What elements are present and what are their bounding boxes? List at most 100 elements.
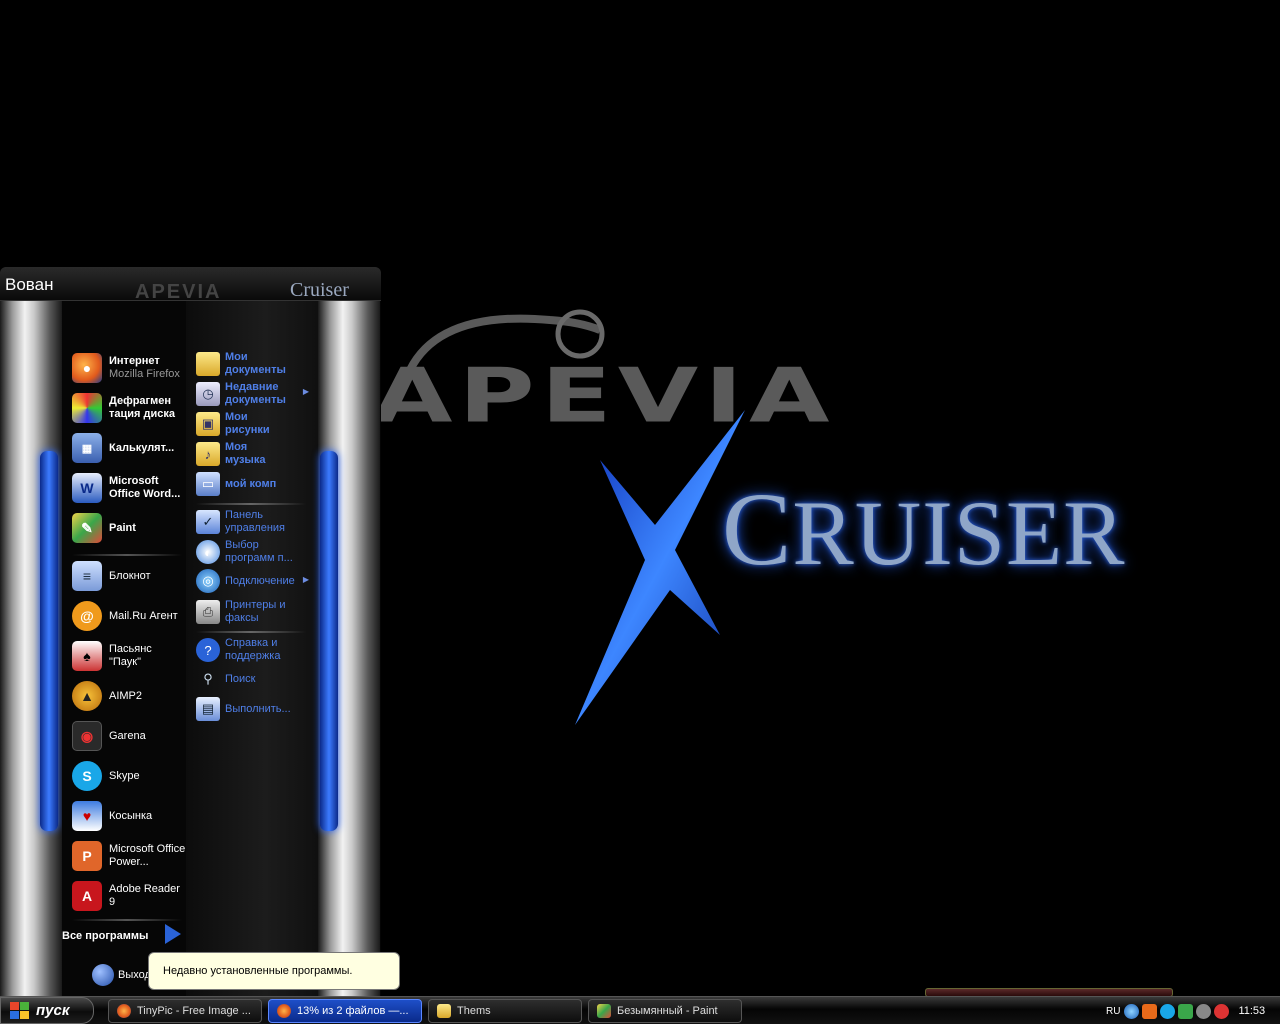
recent-item-solitaire[interactable]: ♥ Косынка: [72, 797, 186, 835]
firefox-icon: [117, 1004, 131, 1018]
place-label: Выбор программ п...: [225, 539, 293, 564]
recent-item-notepad[interactable]: ≡ Блокнот: [72, 557, 186, 595]
notepad-icon: ≡: [72, 561, 102, 591]
tooltip: Недавно установленные программы.: [148, 952, 400, 990]
start-button[interactable]: пуск: [0, 997, 94, 1024]
taskbar-item-label: Безымянный - Paint: [617, 1005, 718, 1017]
pinned-item-calculator[interactable]: ▦ Калькулят...: [72, 429, 186, 467]
aimp-tray-icon[interactable]: [1142, 1003, 1158, 1019]
spider-solitaire-icon: ♠: [72, 641, 102, 671]
place-label: Выполнить...: [225, 702, 291, 715]
recent-item-adobe-reader[interactable]: A Adobe Reader 9: [72, 877, 186, 915]
recent-item-garena[interactable]: ◉ Garena: [72, 717, 186, 755]
place-printers-faxes[interactable]: ⎙ Принтеры и факсы: [196, 599, 311, 625]
user-name: Вован: [5, 275, 54, 294]
firefox-icon: ●: [72, 353, 102, 383]
recent-item-label: Adobe Reader 9: [109, 883, 180, 908]
garena-icon: ◉: [72, 721, 102, 751]
pinned-item-internet[interactable]: ● Интернет Mozilla Firefox: [72, 349, 186, 387]
recent-item-label: Пасьянс "Паук": [109, 643, 152, 668]
utorrent-tray-icon[interactable]: [1178, 1003, 1194, 1019]
recent-item-label: Microsoft Office Power...: [109, 843, 186, 868]
logoff-icon[interactable]: [92, 964, 114, 986]
network-tray-icon[interactable]: [1124, 1003, 1140, 1019]
defrag-icon: [72, 393, 102, 423]
place-label: Мои рисунки: [225, 411, 270, 436]
mailru-tray-icon[interactable]: [1214, 1003, 1230, 1019]
submenu-arrow-icon: ▶: [302, 575, 309, 584]
taskbar-item-label: TinyPic - Free Image ...: [137, 1005, 251, 1017]
place-label: Панель управления: [225, 509, 285, 534]
system-tray: RU 11:53: [1100, 998, 1280, 1024]
start-menu-header: Вован APEVIA Cruiser: [0, 267, 381, 303]
pinned-item-paint[interactable]: ✎ Paint: [72, 509, 186, 547]
place-run[interactable]: ▤ Выполнить...: [196, 697, 311, 721]
place-help-support[interactable]: ? Справка и поддержка: [196, 637, 311, 663]
solitaire-icon: ♥: [72, 801, 102, 831]
place-label: Принтеры и факсы: [225, 599, 286, 624]
pinned-item-label: Paint: [109, 521, 136, 534]
separator: [196, 503, 306, 505]
place-recent-documents[interactable]: ◷ Недавние документы ▶: [196, 381, 311, 407]
printer-icon: ⎙: [196, 600, 220, 624]
recent-item-skype[interactable]: S Skype: [72, 757, 186, 795]
pinned-item-label: Дефрагмен тация диска: [109, 395, 175, 420]
paint-icon: [597, 1004, 611, 1018]
folder-icon: [196, 352, 220, 376]
pinned-item-label: Калькулят...: [109, 441, 175, 454]
place-my-computer[interactable]: ▭ мой комп: [196, 472, 311, 496]
adobe-reader-icon: A: [72, 881, 102, 911]
recent-docs-icon: ◷: [196, 382, 220, 406]
place-search[interactable]: ⚲ Поиск: [196, 667, 311, 691]
place-label: Подключение: [225, 574, 295, 587]
place-my-music[interactable]: ♪ Моя музыка: [196, 441, 311, 467]
pinned-item-label: Интернет: [109, 355, 160, 367]
desktop[interactable]: APEVIA CRUISER Вован APEVIA Cruiser ● Ин…: [0, 0, 1280, 996]
powerpoint-icon: P: [72, 841, 102, 871]
volume-tray-icon[interactable]: [1196, 1003, 1212, 1019]
taskbar-item-thems[interactable]: Thems: [428, 999, 582, 1023]
place-connect-to[interactable]: ◎ Подключение ▶: [196, 569, 311, 593]
place-control-panel[interactable]: ✓ Панель управления: [196, 509, 311, 535]
recent-item-label: Mail.Ru Агент: [109, 609, 178, 622]
logoff-button[interactable]: Выход: [118, 969, 151, 981]
recent-item-mailru-agent[interactable]: @ Mail.Ru Агент: [72, 597, 186, 635]
separator: [72, 919, 182, 921]
taskbar-item-paint[interactable]: Безымянный - Paint: [588, 999, 742, 1023]
all-programs-arrow-icon[interactable]: [165, 924, 181, 944]
aimp-mini-player[interactable]: [925, 988, 1173, 996]
place-set-program-defaults[interactable]: ◐ Выбор программ п...: [196, 539, 311, 565]
help-icon: ?: [196, 638, 220, 662]
search-icon: ⚲: [203, 671, 213, 686]
skype-tray-icon[interactable]: [1160, 1003, 1176, 1019]
music-folder-icon: ♪: [196, 442, 220, 466]
recent-item-label: AIMP2: [109, 689, 143, 702]
taskbar-item-tinypic[interactable]: TinyPic - Free Image ...: [108, 999, 262, 1023]
pinned-item-word[interactable]: W Microsoft Office Word...: [72, 469, 186, 507]
right-chrome-pillar: [318, 301, 380, 996]
clock[interactable]: 11:53: [1238, 1005, 1265, 1017]
place-label: Моя музыка: [225, 441, 266, 466]
skype-icon: S: [72, 761, 102, 791]
left-chrome-pillar: [0, 301, 62, 996]
aimp-icon: ▲: [72, 681, 102, 711]
start-menu: Вован APEVIA Cruiser ● Интернет Mozilla F…: [0, 267, 381, 996]
recent-item-label: Skype: [109, 769, 140, 782]
language-indicator[interactable]: RU: [1106, 1006, 1120, 1017]
all-programs-button[interactable]: Все программы: [62, 930, 148, 942]
recent-item-spider-solitaire[interactable]: ♠ Пасьянс "Паук": [72, 637, 186, 675]
mailru-agent-icon: @: [72, 601, 102, 631]
place-my-pictures[interactable]: ▣ Мои рисунки: [196, 411, 311, 437]
header-brand: Cruiser: [290, 279, 349, 301]
taskbar-item-downloads[interactable]: 13% из 2 файлов —...: [268, 999, 422, 1023]
calculator-icon: ▦: [72, 433, 102, 463]
firefox-icon: [277, 1004, 291, 1018]
recent-item-powerpoint[interactable]: P Microsoft Office Power...: [72, 837, 186, 875]
place-my-documents[interactable]: Мои документы: [196, 351, 311, 377]
recent-item-aimp[interactable]: ▲ AIMP2: [72, 677, 186, 715]
folder-icon: [437, 1004, 451, 1018]
pinned-item-defrag[interactable]: Дефрагмен тация диска: [72, 389, 186, 427]
word-icon: W: [72, 473, 102, 503]
set-defaults-icon: ◐: [196, 540, 220, 564]
place-label: Поиск: [225, 672, 256, 685]
